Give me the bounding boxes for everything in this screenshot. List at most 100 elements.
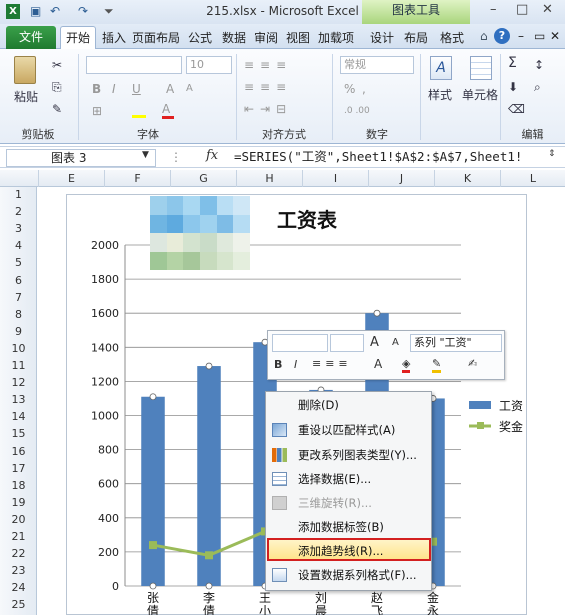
paste-label[interactable]: 粘贴 [14, 90, 38, 104]
menu-item[interactable]: 选择数据(E)... [265, 467, 430, 491]
column-header[interactable]: K [434, 170, 500, 187]
copy-icon[interactable]: ⎘ [52, 80, 62, 94]
menu-item[interactable]: 删除(D) [265, 393, 430, 417]
menu-item[interactable]: 设置数据系列格式(F)... [265, 563, 430, 587]
column-header[interactable]: L [500, 170, 565, 187]
font-name-combo[interactable] [86, 56, 182, 74]
sort-filter-icon[interactable]: ↕ [534, 58, 544, 72]
bar[interactable] [141, 396, 165, 586]
format-painter-icon[interactable]: ✎ [52, 102, 62, 116]
minimize-icon[interactable]: – [490, 2, 497, 17]
row-header[interactable]: 11 [0, 359, 37, 372]
close-icon[interactable]: ✕ [542, 2, 553, 17]
insert-function-button[interactable]: fx [206, 148, 218, 163]
line-point[interactable] [149, 541, 157, 550]
tab-data[interactable]: 数据 [222, 29, 246, 46]
bold-button[interactable]: B [92, 82, 101, 96]
column-header[interactable]: E [38, 170, 104, 187]
mini-font-color-icon[interactable]: A [374, 357, 382, 371]
formula-bar-grip-icon[interactable]: ⋮ [170, 150, 182, 164]
font-color-icon[interactable]: A [162, 102, 174, 119]
row-header[interactable]: 8 [0, 308, 37, 321]
row-header[interactable]: 10 [0, 342, 37, 355]
help-icon[interactable]: ? [494, 28, 510, 44]
indent-icons[interactable]: ⇤⇥⊟ [244, 102, 292, 116]
tab-insert[interactable]: 插入 [102, 29, 126, 46]
styles-icon[interactable]: A [430, 56, 452, 80]
italic-button[interactable]: I [112, 82, 116, 96]
mini-format-painter-icon[interactable]: ✍ [468, 357, 477, 370]
column-header[interactable]: F [104, 170, 170, 187]
autosum-button[interactable]: Σ [508, 56, 517, 70]
underline-button[interactable]: U [132, 82, 141, 96]
row-header[interactable]: 5 [0, 256, 37, 269]
mini-italic-button[interactable]: I [294, 358, 297, 371]
cells-label[interactable]: 单元格 [462, 88, 498, 102]
tab-layout[interactable]: 布局 [404, 29, 428, 46]
menu-item[interactable]: 重设以匹配样式(A) [265, 418, 430, 442]
maximize-icon[interactable]: □ [516, 2, 528, 17]
mini-font-shrink-icon[interactable]: A [392, 337, 399, 348]
tab-home[interactable]: 开始 [66, 29, 90, 46]
row-header[interactable]: 1 [0, 188, 37, 201]
row-header[interactable]: 21 [0, 530, 37, 543]
align-top-icons[interactable]: ≡≡≡ [244, 58, 292, 72]
mini-bold-button[interactable]: B [274, 358, 282, 371]
doc-close-icon[interactable]: ✕ [550, 29, 560, 43]
row-header[interactable]: 9 [0, 325, 37, 338]
align-horizontal-icons[interactable]: ≡≡≡ [244, 80, 292, 94]
row-header[interactable]: 15 [0, 427, 37, 440]
menu-item[interactable]: 三维旋转(R)... [265, 491, 430, 515]
column-header[interactable]: J [368, 170, 434, 187]
tab-formulas[interactable]: 公式 [188, 29, 212, 46]
row-header[interactable]: 22 [0, 547, 37, 560]
decimal-icons[interactable]: .0 .00 [344, 104, 370, 118]
doc-restore-icon[interactable]: ▭ [534, 29, 545, 43]
mini-font-size[interactable] [330, 334, 364, 352]
tab-page-layout[interactable]: 页面布局 [132, 29, 180, 46]
mini-outline-icon[interactable]: ✎ [432, 357, 442, 373]
ribbon-minimize-icon[interactable]: ⌂ [480, 29, 488, 43]
font-grow-icon[interactable]: A [166, 82, 174, 96]
expand-formula-icon[interactable]: ⇕ [548, 149, 556, 159]
percent-button[interactable]: % [344, 82, 355, 96]
comma-icon[interactable]: , [362, 82, 366, 96]
menu-item[interactable]: 更改系列图表类型(Y)... [265, 443, 430, 467]
row-header[interactable]: 16 [0, 445, 37, 458]
font-shrink-icon[interactable]: A [186, 82, 193, 96]
menu-item[interactable]: 添加数据标签(B) [265, 515, 430, 539]
column-header[interactable]: H [236, 170, 302, 187]
mini-align-icons[interactable]: ≡≡≡ [312, 357, 352, 370]
column-header[interactable]: G [170, 170, 236, 187]
fill-color-icon[interactable] [132, 104, 146, 118]
row-header[interactable]: 13 [0, 393, 37, 406]
row-header[interactable]: 14 [0, 410, 37, 423]
row-header[interactable]: 6 [0, 274, 37, 287]
cells-icon[interactable] [470, 56, 492, 80]
row-header[interactable]: 7 [0, 291, 37, 304]
tab-review[interactable]: 审阅 [254, 29, 278, 46]
borders-icon[interactable]: ⊞ [92, 104, 102, 118]
row-header[interactable]: 4 [0, 239, 37, 252]
row-header[interactable]: 25 [0, 598, 37, 611]
find-icon[interactable]: ⌕ [534, 80, 541, 94]
row-header[interactable]: 2 [0, 205, 37, 218]
row-header[interactable]: 3 [0, 222, 37, 235]
row-header[interactable]: 23 [0, 564, 37, 577]
row-header[interactable]: 12 [0, 376, 37, 389]
row-header[interactable]: 24 [0, 581, 37, 594]
row-header[interactable]: 20 [0, 513, 37, 526]
clear-icon[interactable]: ⌫ [508, 102, 525, 116]
name-box-dropdown-icon[interactable]: ▼ [142, 150, 149, 160]
tab-design[interactable]: 设计 [370, 29, 394, 46]
doc-minimize-icon[interactable]: – [518, 29, 524, 43]
cut-icon[interactable]: ✂ [52, 58, 62, 72]
styles-label[interactable]: 样式 [428, 88, 452, 102]
tab-file[interactable]: 文件 [6, 26, 56, 49]
fill-icon[interactable]: ⬇ [508, 80, 518, 94]
series-select[interactable]: 系列 "工资" [410, 334, 502, 352]
row-header[interactable]: 17 [0, 462, 37, 475]
name-box[interactable]: 图表 3 [6, 149, 156, 167]
tab-addins[interactable]: 加载项 [318, 29, 354, 46]
column-header[interactable]: I [302, 170, 368, 187]
